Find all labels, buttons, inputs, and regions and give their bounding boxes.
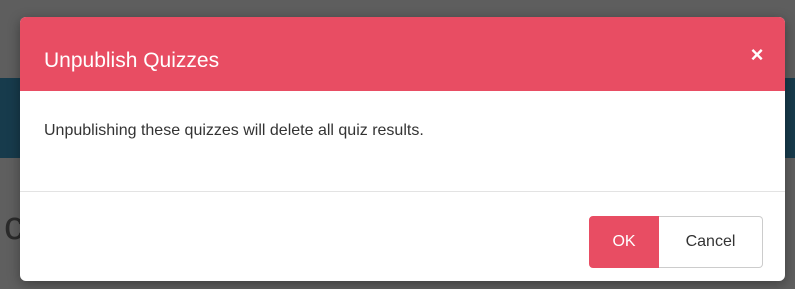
dialog-title: Unpublish Quizzes (44, 49, 220, 72)
dialog-header: Unpublish Quizzes × (20, 17, 785, 91)
cancel-button[interactable]: Cancel (659, 216, 763, 268)
ok-button[interactable]: OK (589, 216, 659, 268)
dialog-body: Unpublishing these quizzes will delete a… (20, 91, 785, 191)
dialog-footer: OK Cancel (20, 192, 785, 281)
dialog-message: Unpublishing these quizzes will delete a… (44, 122, 424, 139)
close-icon[interactable]: × (747, 44, 767, 66)
unpublish-dialog: Unpublish Quizzes × Unpublishing these q… (20, 17, 785, 281)
